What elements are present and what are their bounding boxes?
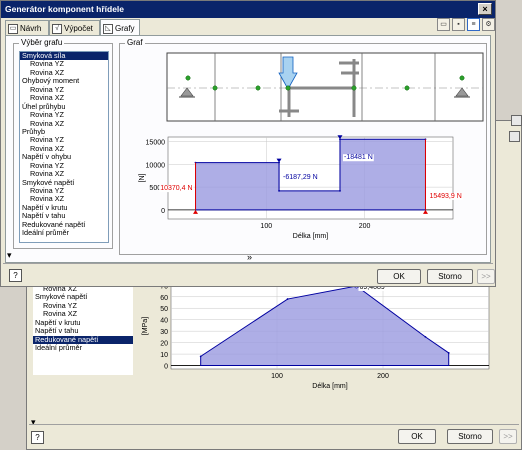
options-icon[interactable]: ≡ xyxy=(467,18,480,31)
back-help-button[interactable]: ? xyxy=(31,431,44,444)
help-button[interactable]: ? xyxy=(9,269,22,282)
back-collapse-chevron[interactable]: ▾ xyxy=(31,418,36,427)
expand-chevron[interactable]: » xyxy=(247,253,252,262)
graph-label: Graf xyxy=(125,38,145,47)
save-icon[interactable]: ▪ xyxy=(452,18,465,31)
data-point xyxy=(286,298,289,300)
tab-design-label: Návrh xyxy=(20,23,42,33)
x-tick-label: 100 xyxy=(271,373,283,380)
y-axis-label: [MPa] xyxy=(142,317,149,335)
front-divider xyxy=(3,263,493,264)
back-ok-button[interactable]: OK xyxy=(398,429,436,444)
close-icon[interactable]: × xyxy=(478,3,492,15)
y-tick-label: 10 xyxy=(160,352,168,359)
x-axis-label: Délka [mm] xyxy=(312,383,347,390)
y-axis-label: [N] xyxy=(139,173,146,182)
collapse-chevron[interactable]: ▾ xyxy=(7,251,12,260)
annotation-label: 15493,9 N xyxy=(429,193,461,200)
y-tick-label: 30 xyxy=(160,329,168,336)
y-tick-label: 0 xyxy=(161,208,165,215)
y-tick-label: 60 xyxy=(160,295,168,302)
tab-calculation-label: Výpočet xyxy=(64,23,93,33)
shear-force-chart: 050001000015000100 200Délka [mm][N]10370,… xyxy=(139,135,463,240)
annotation-label: 10370,4 N xyxy=(160,185,192,192)
design-tab-icon: ▭ xyxy=(8,23,18,34)
back-cancel-button[interactable]: Storno xyxy=(447,429,493,444)
shaft-diagram xyxy=(166,52,484,122)
back-graph-list[interactable]: Rovina XZ Smykové napětí Rovina YZ Rovina X… xyxy=(33,285,133,375)
y-tick-label: 50 xyxy=(160,306,168,313)
graph-selection-label: Výběr grafu xyxy=(19,38,65,47)
cancel-button[interactable]: Storno xyxy=(427,269,473,284)
back-graph-panel: 010203040506070100200Délka [mm][MPa]69,4… xyxy=(139,282,511,390)
front-window: Generátor komponent hřídele × ▭ Návrh √ … xyxy=(0,0,496,287)
y-tick-label: 10000 xyxy=(146,162,166,169)
back-more-button[interactable]: >> xyxy=(499,429,517,444)
side-panel-icon-1[interactable] xyxy=(511,115,522,126)
settings-icon[interactable]: ⚙ xyxy=(482,18,495,31)
open-folder-icon[interactable]: ▭ xyxy=(437,18,450,31)
window-title: Generátor komponent hřídele xyxy=(5,4,125,14)
tab-design[interactable]: ▭ Návrh xyxy=(5,20,49,36)
data-point xyxy=(424,335,427,338)
more-button[interactable]: >> xyxy=(477,269,495,284)
data-point xyxy=(199,355,202,358)
x-tick-label: 100 xyxy=(260,223,272,230)
tab-calculation[interactable]: √ Výpočet xyxy=(49,20,100,36)
y-tick-label: 0 xyxy=(164,364,168,371)
x-tick-label: 200 xyxy=(377,373,389,380)
x-tick-label: 200 xyxy=(359,223,371,230)
y-tick-label: 20 xyxy=(160,341,168,348)
y-tick-label: 15000 xyxy=(146,140,166,147)
ok-button[interactable]: OK xyxy=(377,269,421,284)
y-tick-label: 40 xyxy=(160,318,168,325)
graphs-tab-icon: ◺ xyxy=(103,23,113,34)
list-item[interactable]: Ideální průměr xyxy=(20,228,108,237)
title-bar: Generátor komponent hřídele × xyxy=(1,1,495,18)
graph-list[interactable]: Smyková síla Rovina YZ Rovina XZ Ohybový mo… xyxy=(19,51,109,243)
calculation-tab-icon: √ xyxy=(52,23,62,34)
annotation-label: -18481 N xyxy=(344,154,373,161)
tab-graphs-label: Grafy xyxy=(115,23,135,33)
x-axis-label: Délka [mm] xyxy=(293,233,328,240)
back-divider xyxy=(29,424,519,425)
data-point xyxy=(447,352,450,354)
list-item[interactable]: Ideální průměr xyxy=(33,343,133,352)
side-panel-icon-2[interactable] xyxy=(509,131,520,142)
stress-chart: 010203040506070100200Délka [mm][MPa]69,4… xyxy=(142,282,490,390)
annotation-label: -6187,29 N xyxy=(283,174,318,181)
